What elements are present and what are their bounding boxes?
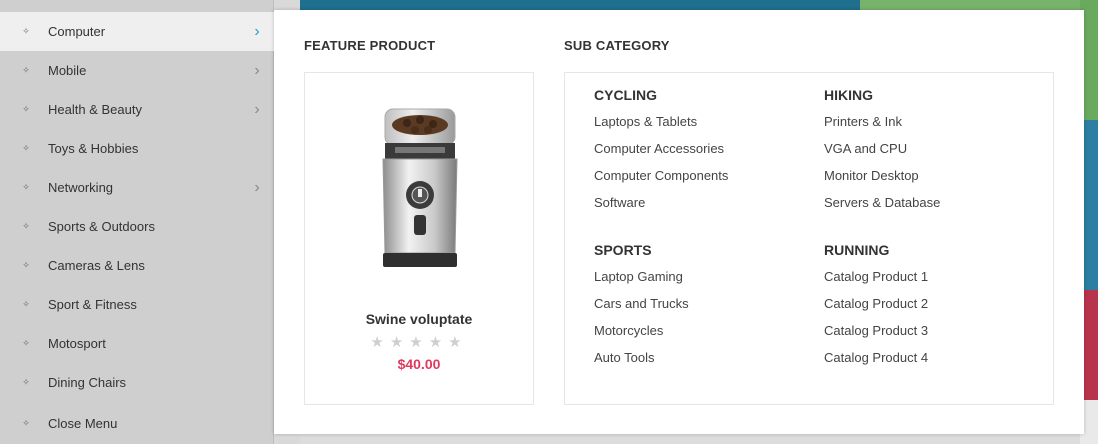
sidebar-item-label: Sport & Fitness	[48, 297, 137, 312]
mega-menu-panel: FEATURE PRODUCT SUB CATEGORY Swine volup…	[274, 10, 1084, 434]
subcategory-group-hiking: HIKING Printers & Ink VGA and CPU Monitor D…	[824, 87, 940, 222]
diamond-bullet-icon: ✧	[22, 260, 30, 270]
star-icon: ★	[389, 334, 410, 351]
category-sidebar: ✧ Computer › ✧ Mobile › ✧ Health & Beauty › ✧ Toys…	[0, 0, 274, 444]
subcategory-group-cycling: CYCLING Laptops & Tablets Computer Accesso…	[594, 87, 728, 222]
subcategory-link[interactable]: Catalog Product 4	[824, 350, 928, 377]
sub-category-title: SUB CATEGORY	[564, 38, 670, 53]
diamond-bullet-icon: ✧	[22, 65, 30, 75]
sidebar-item-mobile[interactable]: ✧ Mobile ›	[0, 51, 274, 90]
subcategory-link[interactable]: Monitor Desktop	[824, 168, 940, 195]
sidebar-item-close-menu[interactable]: ✧ Close Menu	[0, 404, 274, 443]
subcategory-group-title[interactable]: RUNNING	[824, 242, 928, 258]
subcategory-group-title[interactable]: HIKING	[824, 87, 940, 103]
chevron-right-icon: ›	[254, 22, 260, 40]
star-icon: ★	[409, 334, 429, 351]
diamond-bullet-icon: ✧	[22, 338, 30, 348]
star-icon: ★	[448, 334, 468, 351]
diamond-bullet-icon: ✧	[22, 221, 30, 231]
product-name[interactable]: Swine voluptate	[305, 311, 533, 327]
diamond-bullet-icon: ✧	[22, 418, 30, 428]
subcategory-link[interactable]: Software	[594, 195, 728, 222]
subcategory-link[interactable]: Motorcycles	[594, 323, 689, 350]
sidebar-item-cameras-lens[interactable]: ✧ Cameras & Lens	[0, 246, 274, 285]
subcategory-group-sports: SPORTS Laptop Gaming Cars and Trucks Motorc…	[594, 242, 689, 377]
sidebar-item-label: Sports & Outdoors	[48, 219, 155, 234]
diamond-bullet-icon: ✧	[22, 143, 30, 153]
feature-product-card[interactable]: Swine voluptate ★★★★★ $40.00	[304, 72, 534, 405]
sidebar-item-computer[interactable]: ✧ Computer ›	[0, 12, 274, 51]
sidebar-item-sport-fitness[interactable]: ✧ Sport & Fitness	[0, 285, 274, 324]
subcategory-link[interactable]: Catalog Product 1	[824, 269, 928, 296]
subcategory-link[interactable]: Catalog Product 3	[824, 323, 928, 350]
subcategory-group-title[interactable]: SPORTS	[594, 242, 689, 258]
diamond-bullet-icon: ✧	[22, 26, 30, 36]
subcategory-link[interactable]: Cars and Trucks	[594, 296, 689, 323]
product-rating: ★★★★★	[305, 333, 533, 351]
sidebar-item-label: Dining Chairs	[48, 375, 127, 390]
star-icon: ★	[428, 334, 449, 351]
chevron-right-icon: ›	[254, 178, 260, 196]
subcategory-group-title[interactable]: CYCLING	[594, 87, 728, 103]
sidebar-item-label: Computer	[48, 24, 106, 39]
subcategory-link[interactable]: Auto Tools	[594, 350, 689, 377]
sidebar-item-label: Close Menu	[48, 416, 118, 431]
product-price: $40.00	[397, 356, 441, 372]
sidebar-item-motosport[interactable]: ✧ Motosport	[0, 324, 274, 363]
sidebar-item-label: Health & Beauty	[48, 102, 142, 117]
sidebar-item-networking[interactable]: ✧ Networking ›	[0, 168, 274, 207]
diamond-bullet-icon: ✧	[22, 104, 30, 114]
subcategory-link[interactable]: Printers & Ink	[824, 114, 940, 141]
chevron-right-icon: ›	[254, 100, 260, 118]
subcategory-link[interactable]: Servers & Database	[824, 195, 940, 222]
subcategory-link[interactable]: Computer Accessories	[594, 141, 728, 168]
sidebar-item-label: Cameras & Lens	[48, 258, 145, 273]
sidebar-item-label: Mobile	[48, 63, 87, 78]
subcategory-link[interactable]: Computer Components	[594, 168, 728, 195]
sidebar-item-toys-hobbies[interactable]: ✧ Toys & Hobbies	[0, 129, 274, 168]
subcategory-link[interactable]: Catalog Product 2	[824, 296, 928, 323]
sidebar-item-label: Motosport	[48, 336, 106, 351]
star-icon: ★	[370, 334, 390, 351]
subcategory-link[interactable]: VGA and CPU	[824, 141, 940, 168]
chevron-right-icon: ›	[254, 61, 260, 79]
sidebar-item-label: Toys & Hobbies	[48, 141, 139, 156]
sidebar-item-dining-chairs[interactable]: ✧ Dining Chairs	[0, 363, 274, 402]
feature-product-title: FEATURE PRODUCT	[304, 38, 436, 53]
subcategory-link[interactable]: Laptops & Tablets	[594, 114, 728, 141]
coffee-grinder-image[interactable]	[375, 103, 465, 273]
diamond-bullet-icon: ✧	[22, 182, 30, 192]
sidebar-item-health-beauty[interactable]: ✧ Health & Beauty ›	[0, 90, 274, 129]
sidebar-item-sports-outdoors[interactable]: ✧ Sports & Outdoors	[0, 207, 274, 246]
diamond-bullet-icon: ✧	[22, 299, 30, 309]
sub-category-box: CYCLING Laptops & Tablets Computer Accesso…	[564, 72, 1054, 405]
sidebar-item-label: Networking	[48, 180, 114, 195]
subcategory-group-running: RUNNING Catalog Product 1 Catalog Product …	[824, 242, 928, 377]
diamond-bullet-icon: ✧	[22, 377, 30, 387]
subcategory-link[interactable]: Laptop Gaming	[594, 269, 689, 296]
